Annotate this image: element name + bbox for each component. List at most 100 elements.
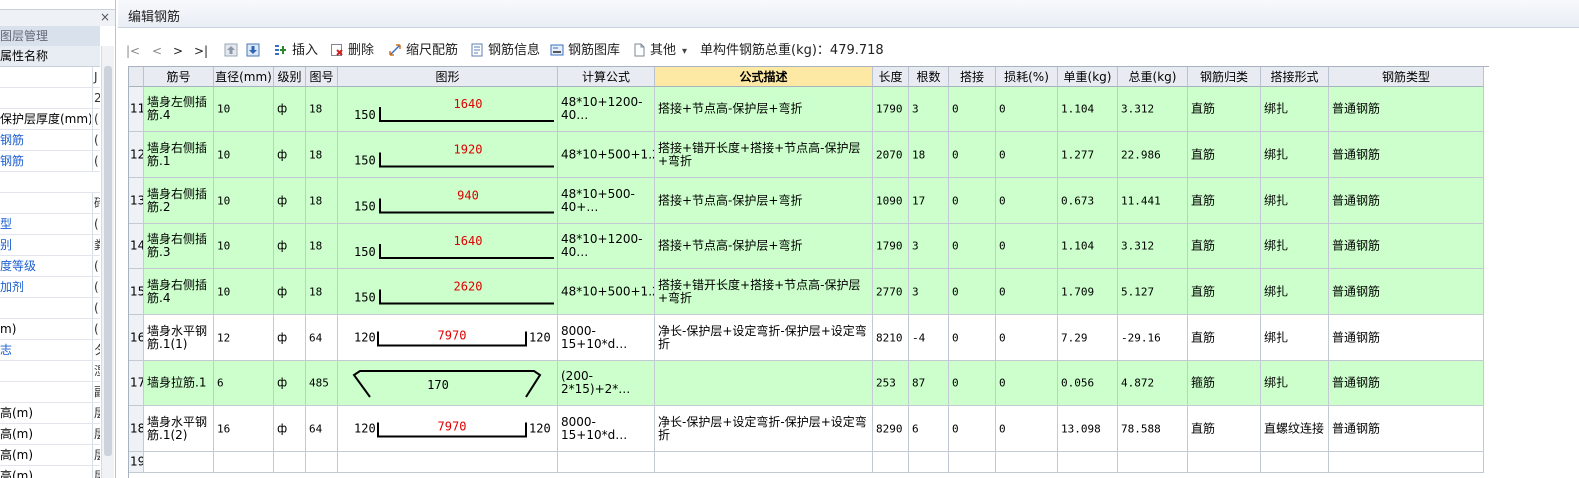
column-header-figure-number[interactable]: 图号	[306, 67, 338, 87]
cell-rebar-type[interactable]: 普通钢筋	[1329, 178, 1484, 224]
cell-length[interactable]: 8290	[873, 406, 909, 452]
cell-figure-number[interactable]: 18	[306, 132, 338, 178]
property-value[interactable]: 副	[92, 382, 100, 402]
cell-grade[interactable]: ф	[274, 132, 306, 178]
cell-formula-description[interactable]: 搭接+错开长度+搭接+节点高-保护层+弯折	[655, 269, 873, 315]
cell-figure-number[interactable]: 18	[306, 87, 338, 132]
cell-length[interactable]: 8210	[873, 315, 909, 361]
cell-figure-number[interactable]: 18	[306, 178, 338, 224]
cell-row-number[interactable]: 18	[129, 406, 144, 452]
cell-rebar-category[interactable]: 箍筋	[1188, 361, 1261, 406]
cell-shape[interactable]: 120 7970 120	[338, 406, 558, 452]
cell-length[interactable]: 1790	[873, 224, 909, 269]
cell-count[interactable]: 3	[909, 269, 949, 315]
cell-formula-description[interactable]	[655, 452, 873, 473]
property-row[interactable]: 湿	[0, 361, 100, 382]
property-row[interactable]: 型(	[0, 214, 100, 235]
cell-unit-weight[interactable]	[1058, 452, 1118, 473]
table-row[interactable]: 19	[129, 452, 1490, 473]
cell-diameter[interactable]: 6	[214, 361, 274, 406]
cell-shape[interactable]: 170	[338, 361, 558, 406]
cell-lap[interactable]: 0	[949, 315, 996, 361]
cell-bar-name[interactable]: 墙身左侧插筋.4	[144, 87, 214, 132]
cell-formula-description[interactable]: 搭接+节点高-保护层+弯折	[655, 178, 873, 224]
cell-lap-form[interactable]: 绑扎	[1261, 87, 1329, 132]
cell-row-number[interactable]: 15	[129, 269, 144, 315]
cell-rebar-type[interactable]: 普通钢筋	[1329, 315, 1484, 361]
insert-button[interactable]: 插入	[274, 40, 318, 62]
cell-diameter[interactable]: 10	[214, 224, 274, 269]
nav-last-button[interactable]: >|	[194, 40, 208, 62]
cell-lap-form[interactable]: 绑扎	[1261, 361, 1329, 406]
cell-grade[interactable]: ф	[274, 178, 306, 224]
cell-grade[interactable]	[274, 452, 306, 473]
cell-total-weight[interactable]	[1118, 452, 1188, 473]
cell-diameter[interactable]: 16	[214, 406, 274, 452]
cell-formula[interactable]: 48*10+500+1.2…	[558, 132, 655, 178]
property-row[interactable]	[0, 172, 100, 193]
move-up-button[interactable]	[224, 40, 242, 62]
table-row[interactable]: 17 墙身拉筋.1 6 ф 485 170 (200-2*15)+2*… 253 87 0 0 0.0…	[129, 361, 1490, 406]
property-row[interactable]: 高(m) 层	[0, 466, 100, 478]
cell-rebar-category[interactable]: 直筋	[1188, 224, 1261, 269]
cell-lap-form[interactable]	[1261, 452, 1329, 473]
cell-loss-percent[interactable]: 0	[996, 132, 1058, 178]
property-scrollbar[interactable]	[101, 46, 114, 478]
property-value[interactable]: (	[92, 151, 100, 171]
cell-total-weight[interactable]: 5.127	[1118, 269, 1188, 315]
cell-lap-form[interactable]: 绑扎	[1261, 315, 1329, 361]
cell-loss-percent[interactable]	[996, 452, 1058, 473]
cell-lap[interactable]: 0	[949, 178, 996, 224]
cell-bar-name[interactable]: 墙身拉筋.1	[144, 361, 214, 406]
table-row[interactable]: 14 墙身右侧插筋.3 10 ф 18 150 1640 48*10+1200-40… 搭接+节…	[129, 224, 1490, 269]
cell-lap-form[interactable]: 直螺纹连接	[1261, 406, 1329, 452]
cell-row-number[interactable]: 17	[129, 361, 144, 406]
property-row[interactable]: 保护层厚度(mm)(	[0, 109, 100, 130]
property-value[interactable]: 层	[92, 403, 100, 423]
cell-formula-description[interactable]: 净长-保护层+设定弯折-保护层+设定弯折	[655, 315, 873, 361]
cell-diameter[interactable]: 10	[214, 178, 274, 224]
table-row[interactable]: 18 墙身水平钢筋.1(2) 16 ф 64 120 7970 120 8000-15+10*d…	[129, 406, 1490, 452]
property-row[interactable]: 副	[0, 382, 100, 403]
cell-count[interactable]: -4	[909, 315, 949, 361]
cell-length[interactable]: 2070	[873, 132, 909, 178]
cell-count[interactable]: 18	[909, 132, 949, 178]
column-header-loss-percent[interactable]: 损耗(%)	[996, 67, 1058, 87]
cell-unit-weight[interactable]: 1.277	[1058, 132, 1118, 178]
cell-formula[interactable]: 8000-15+10*d…	[558, 406, 655, 452]
cell-figure-number[interactable]	[306, 452, 338, 473]
property-value[interactable]: (	[92, 298, 100, 318]
cell-unit-weight[interactable]: 7.29	[1058, 315, 1118, 361]
cell-loss-percent[interactable]: 0	[996, 315, 1058, 361]
cell-rebar-type[interactable]: 普通钢筋	[1329, 87, 1484, 132]
cell-lap[interactable]: 0	[949, 269, 996, 315]
cell-formula-description[interactable]: 搭接+错开长度+搭接+节点高-保护层+弯折	[655, 132, 873, 178]
cell-loss-percent[interactable]: 0	[996, 87, 1058, 132]
cell-lap-form[interactable]: 绑扎	[1261, 178, 1329, 224]
cell-total-weight[interactable]: 3.312	[1118, 87, 1188, 132]
cell-lap[interactable]: 0	[949, 87, 996, 132]
property-value[interactable]: 粪	[92, 235, 100, 255]
property-row[interactable]: 志夕	[0, 340, 100, 361]
rebar-info-button[interactable]: 钢筋信息	[470, 40, 540, 62]
property-value[interactable]: 湿	[92, 361, 100, 381]
cell-total-weight[interactable]: 11.441	[1118, 178, 1188, 224]
cell-rebar-type[interactable]: 普通钢筋	[1329, 406, 1484, 452]
property-row[interactable]: 高(m) 层	[0, 445, 100, 466]
property-value[interactable]: 层	[92, 466, 100, 478]
cell-lap-form[interactable]: 绑扎	[1261, 132, 1329, 178]
cell-shape[interactable]: 150 1920	[338, 132, 558, 178]
cell-length[interactable]: 1790	[873, 87, 909, 132]
cell-shape[interactable]: 150 1640	[338, 224, 558, 269]
property-row[interactable]: (	[0, 298, 100, 319]
column-header-count[interactable]: 根数	[909, 67, 949, 87]
cell-total-weight[interactable]: -29.16	[1118, 315, 1188, 361]
cell-length[interactable]	[873, 452, 909, 473]
cell-row-number[interactable]: 14	[129, 224, 144, 269]
cell-row-number[interactable]: 16	[129, 315, 144, 361]
cell-formula[interactable]: 48*10+500+1.2…	[558, 269, 655, 315]
column-header-formula[interactable]: 计算公式	[558, 67, 655, 87]
cell-formula[interactable]	[558, 452, 655, 473]
cell-shape[interactable]: 150 2620	[338, 269, 558, 315]
cell-unit-weight[interactable]: 1.709	[1058, 269, 1118, 315]
